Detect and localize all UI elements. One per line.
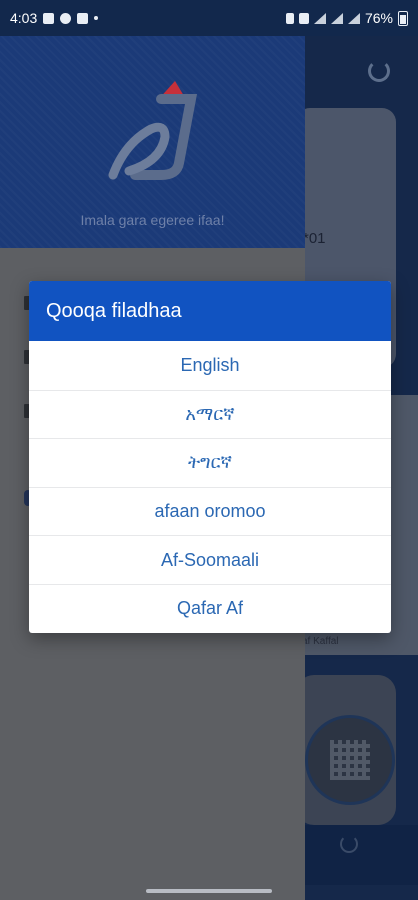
battery-percent: 76% (364, 10, 393, 26)
drawer-header: Imala gara egeree ifaa! (0, 36, 305, 248)
language-option[interactable]: English (29, 341, 391, 390)
dialog-title: Qooqa filadhaa (29, 281, 391, 341)
battery-icon (398, 10, 408, 26)
language-option[interactable]: afaan oromoo (29, 486, 391, 536)
status-bar: 4:03 76% (0, 0, 418, 36)
message-notification-icon (60, 12, 72, 24)
bottom-bar (296, 825, 418, 885)
language-option[interactable]: አማርኛ (29, 389, 391, 439)
mute-icon (298, 12, 309, 24)
gallery-notification-icon (43, 12, 55, 24)
app-logo (108, 81, 198, 180)
bluetooth-icon (285, 12, 294, 24)
wifi-signal-icon (313, 12, 326, 24)
refresh-icon[interactable] (368, 60, 390, 82)
drawer-tagline: Imala gara egeree ifaa! (80, 212, 225, 228)
cell-signal-1-icon (330, 12, 343, 24)
language-list: English አማርኛ ትግርኛ afaan oromoo Af-Soomaali Qa… (29, 341, 391, 633)
home-indicator[interactable] (146, 889, 272, 893)
qr-code-icon (330, 740, 370, 780)
status-time: 4:03 (10, 10, 38, 26)
more-notifications-dot-icon (94, 16, 99, 20)
qr-scan-button[interactable] (305, 715, 395, 805)
background-card-text: *01 (303, 230, 326, 247)
tablet-notification-icon (77, 12, 89, 24)
cell-signal-2-icon (347, 12, 360, 24)
language-option[interactable]: Qafar Af (29, 583, 391, 633)
language-dialog: Qooqa filadhaa English አማርኛ ትግርኛ afaan orom… (29, 281, 391, 633)
power-icon[interactable] (340, 835, 358, 853)
background-card-secondary-text: af Kaffal (302, 636, 339, 647)
language-option[interactable]: ትግርኛ (29, 438, 391, 487)
language-option[interactable]: Af-Soomaali (29, 535, 391, 584)
